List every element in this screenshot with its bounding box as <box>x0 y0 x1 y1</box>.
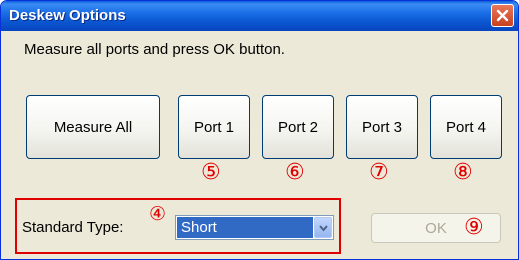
measure-all-button[interactable]: Measure All <box>26 95 160 159</box>
close-icon <box>496 9 509 22</box>
annotation-5: ⑤ <box>201 160 221 185</box>
window-title: Deskew Options <box>9 7 126 24</box>
annotation-8: ⑧ <box>453 160 473 185</box>
annotation-4: ④ <box>149 203 167 225</box>
chevron-down-icon <box>319 225 328 232</box>
annotation-9: ⑨ <box>464 215 484 240</box>
standard-type-label: Standard Type: <box>22 219 124 236</box>
port-2-button[interactable]: Port 2 <box>262 95 334 159</box>
port-1-button[interactable]: Port 1 <box>178 95 250 159</box>
annotation-7: ⑦ <box>369 160 389 185</box>
title-bar: Deskew Options <box>1 1 518 31</box>
port-4-button[interactable]: Port 4 <box>430 95 502 159</box>
standard-type-select[interactable]: Short <box>175 215 334 240</box>
port-3-button[interactable]: Port 3 <box>346 95 418 159</box>
annotation-6: ⑥ <box>285 160 305 185</box>
dialog-window: Deskew Options Measure all ports and pre… <box>0 0 519 260</box>
instruction-text: Measure all ports and press OK button. <box>24 41 285 58</box>
standard-type-value: Short <box>177 217 313 238</box>
dropdown-button[interactable] <box>314 217 332 238</box>
close-button[interactable] <box>491 4 514 27</box>
